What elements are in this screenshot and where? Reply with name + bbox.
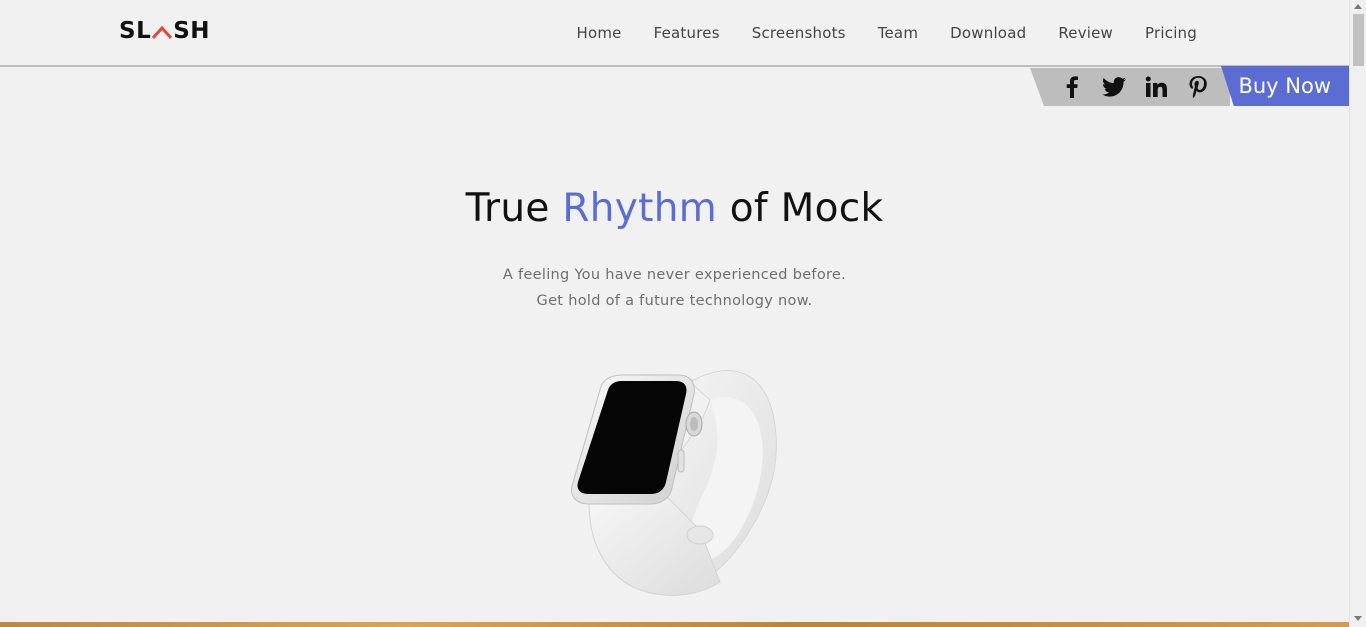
hero-subtitle: A feeling You have never experienced bef… <box>0 262 1349 314</box>
nav-pricing[interactable]: Pricing <box>1129 22 1213 44</box>
main-nav: Home Features Screenshots Team Download … <box>561 22 1214 44</box>
logo-text-left: SL <box>119 18 152 44</box>
hero-subtitle-line-2: Get hold of a future technology now. <box>536 293 813 309</box>
scroll-down-icon[interactable] <box>1354 616 1362 621</box>
hero-subtitle-line-1: A feeling You have never experienced bef… <box>502 267 847 283</box>
logo-text-right: SH <box>173 18 211 44</box>
nav-download[interactable]: Download <box>934 22 1042 44</box>
social-strip <box>1030 68 1230 106</box>
hero-title-pre: True <box>465 186 563 231</box>
facebook-icon[interactable] <box>1060 75 1084 99</box>
buy-now-button[interactable]: Buy Now <box>1221 66 1349 106</box>
logo[interactable]: SL SH <box>119 17 210 45</box>
nav-screenshots[interactable]: Screenshots <box>736 22 862 44</box>
scroll-up-icon[interactable] <box>1354 4 1362 9</box>
linkedin-icon[interactable] <box>1144 75 1168 99</box>
page-scrollbar[interactable] <box>1349 0 1366 627</box>
hero-title-accent: Rhythm <box>562 186 718 231</box>
hero-title-post: of Mock <box>717 186 884 231</box>
nav-team[interactable]: Team <box>862 22 934 44</box>
nav-review[interactable]: Review <box>1042 22 1129 44</box>
smartwatch-image <box>560 360 790 600</box>
twitter-icon[interactable] <box>1102 75 1126 99</box>
nav-features[interactable]: Features <box>638 22 736 44</box>
nav-home[interactable]: Home <box>561 22 638 44</box>
next-section-edge <box>0 622 1349 627</box>
caret-icon <box>151 19 173 43</box>
pinterest-icon[interactable] <box>1186 75 1210 99</box>
scrollbar-thumb[interactable] <box>1353 14 1364 66</box>
hero-title: True Rhythm of Mock <box>0 186 1349 231</box>
header: SL SH Home Features Screenshots Team Dow… <box>0 0 1349 67</box>
